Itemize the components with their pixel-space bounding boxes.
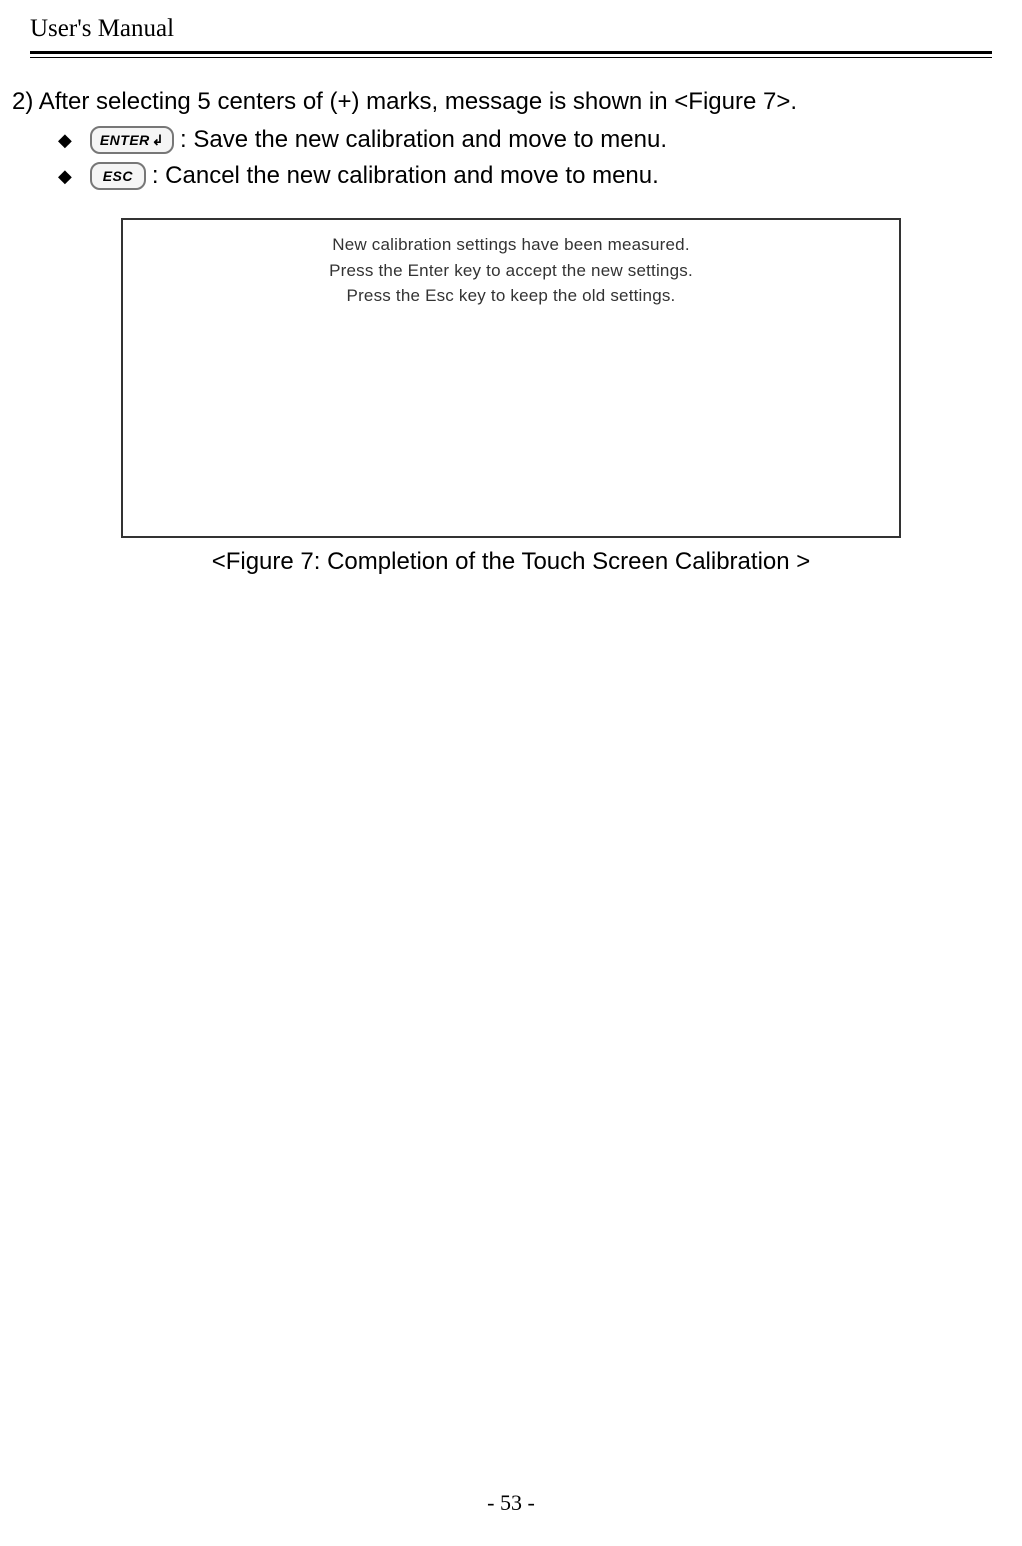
bullet-mark-icon: ◆ [58, 166, 72, 187]
page-content: 2) After selecting 5 centers of (+) mark… [0, 58, 1022, 576]
bullet-list: ◆ ENTER ↲ : Save the new calibration and… [58, 126, 1012, 190]
bullet-mark-icon: ◆ [58, 130, 72, 151]
page-header: User's Manual [0, 0, 1022, 51]
figure-line-3: Press the Esc key to keep the old settin… [123, 283, 899, 309]
esc-key-label: ESC [103, 168, 133, 184]
enter-arrow-icon: ↲ [152, 132, 164, 149]
step-text: After selecting 5 centers of (+) marks, … [39, 88, 797, 115]
enter-key-button: ENTER ↲ [90, 126, 174, 154]
figure-line-2: Press the Enter key to accept the new se… [123, 258, 899, 284]
figure-box: New calibration settings have been measu… [121, 218, 901, 538]
header-rule-thick [30, 51, 992, 54]
bullet-item-enter: ◆ ENTER ↲ : Save the new calibration and… [58, 126, 1012, 154]
enter-description: : Save the new calibration and move to m… [180, 126, 667, 154]
figure-caption: <Figure 7: Completion of the Touch Scree… [121, 548, 901, 576]
figure-line-1: New calibration settings have been measu… [123, 232, 899, 258]
step-number: 2) [12, 88, 33, 115]
header-title: User's Manual [30, 15, 174, 42]
bullet-item-esc: ◆ ESC : Cancel the new calibration and m… [58, 162, 1012, 190]
enter-key-label: ENTER [100, 132, 150, 148]
esc-key-button: ESC [90, 162, 146, 190]
step-line: 2) After selecting 5 centers of (+) mark… [10, 88, 1012, 116]
page-number: - 53 - [0, 1490, 1022, 1516]
esc-description: : Cancel the new calibration and move to… [152, 162, 659, 190]
figure-text: New calibration settings have been measu… [123, 232, 899, 309]
figure-container: New calibration settings have been measu… [121, 218, 901, 576]
